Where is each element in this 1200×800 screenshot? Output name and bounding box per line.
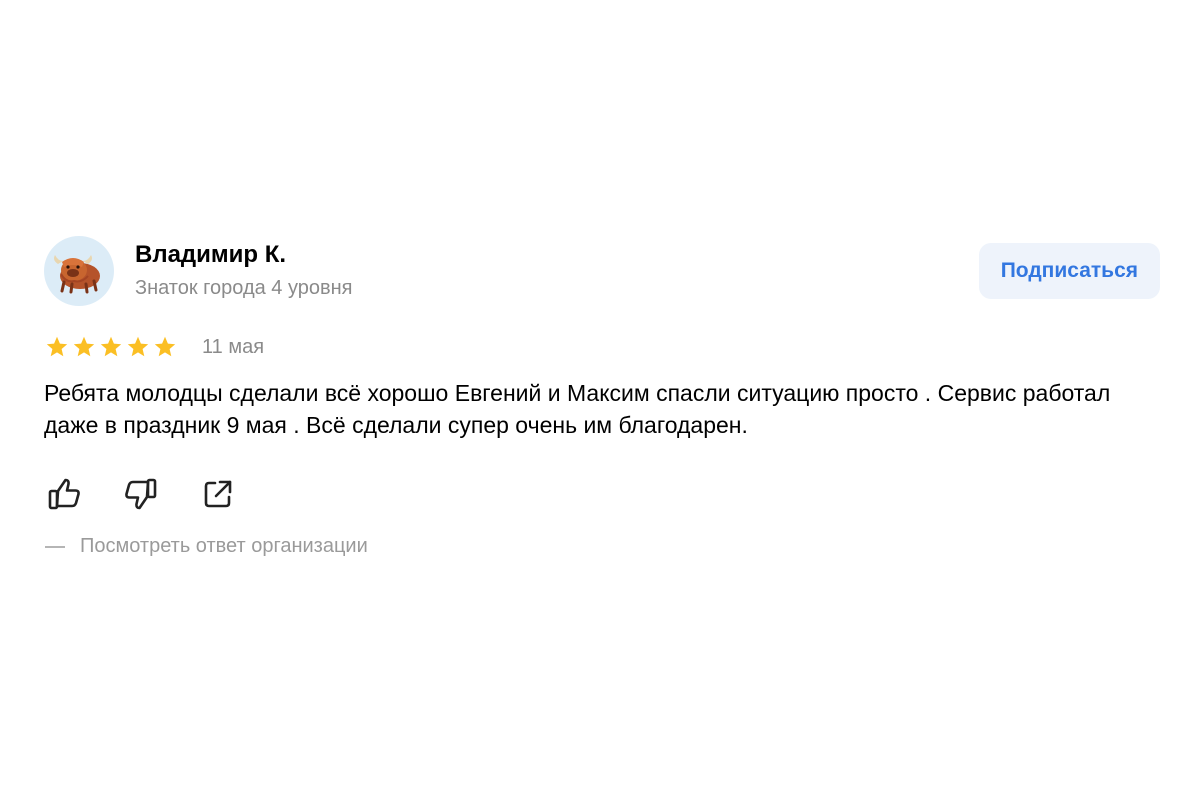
star-icon: [153, 335, 177, 359]
like-button[interactable]: [44, 476, 84, 512]
review-date: 11 мая: [202, 335, 265, 358]
share-button[interactable]: [198, 476, 238, 512]
star-icon: [126, 335, 150, 359]
review-card: Владимир К. Знаток города 4 уровня Подпи…: [44, 236, 1160, 558]
rating-stars: [45, 335, 177, 359]
review-actions: [44, 476, 1160, 512]
review-text: Ребята молодцы сделали всё хорошо Евгени…: [44, 380, 1111, 438]
star-icon: [45, 335, 69, 359]
review-meta: 11 мая: [44, 334, 1160, 360]
org-reply-label: Посмотреть ответ организации: [80, 535, 368, 557]
thumbs-down-icon: [125, 478, 157, 510]
review-header: Владимир К. Знаток города 4 уровня Подпи…: [44, 236, 1160, 306]
reply-dash: [45, 545, 65, 548]
star-icon: [99, 335, 123, 359]
subscribe-button[interactable]: Подписаться: [978, 243, 1160, 299]
author-info: Владимир К. Знаток города 4 уровня: [135, 240, 353, 300]
thumbs-up-icon: [48, 478, 80, 510]
author-name[interactable]: Владимир К.: [135, 240, 353, 270]
author-avatar[interactable]: [44, 236, 114, 306]
org-reply-toggle[interactable]: Посмотреть ответ организации: [44, 535, 1160, 558]
yak-avatar-icon: [54, 255, 100, 294]
dislike-button[interactable]: [121, 476, 161, 512]
author-level: Знаток города 4 уровня: [135, 277, 353, 299]
star-icon: [72, 335, 96, 359]
share-icon: [204, 480, 232, 508]
